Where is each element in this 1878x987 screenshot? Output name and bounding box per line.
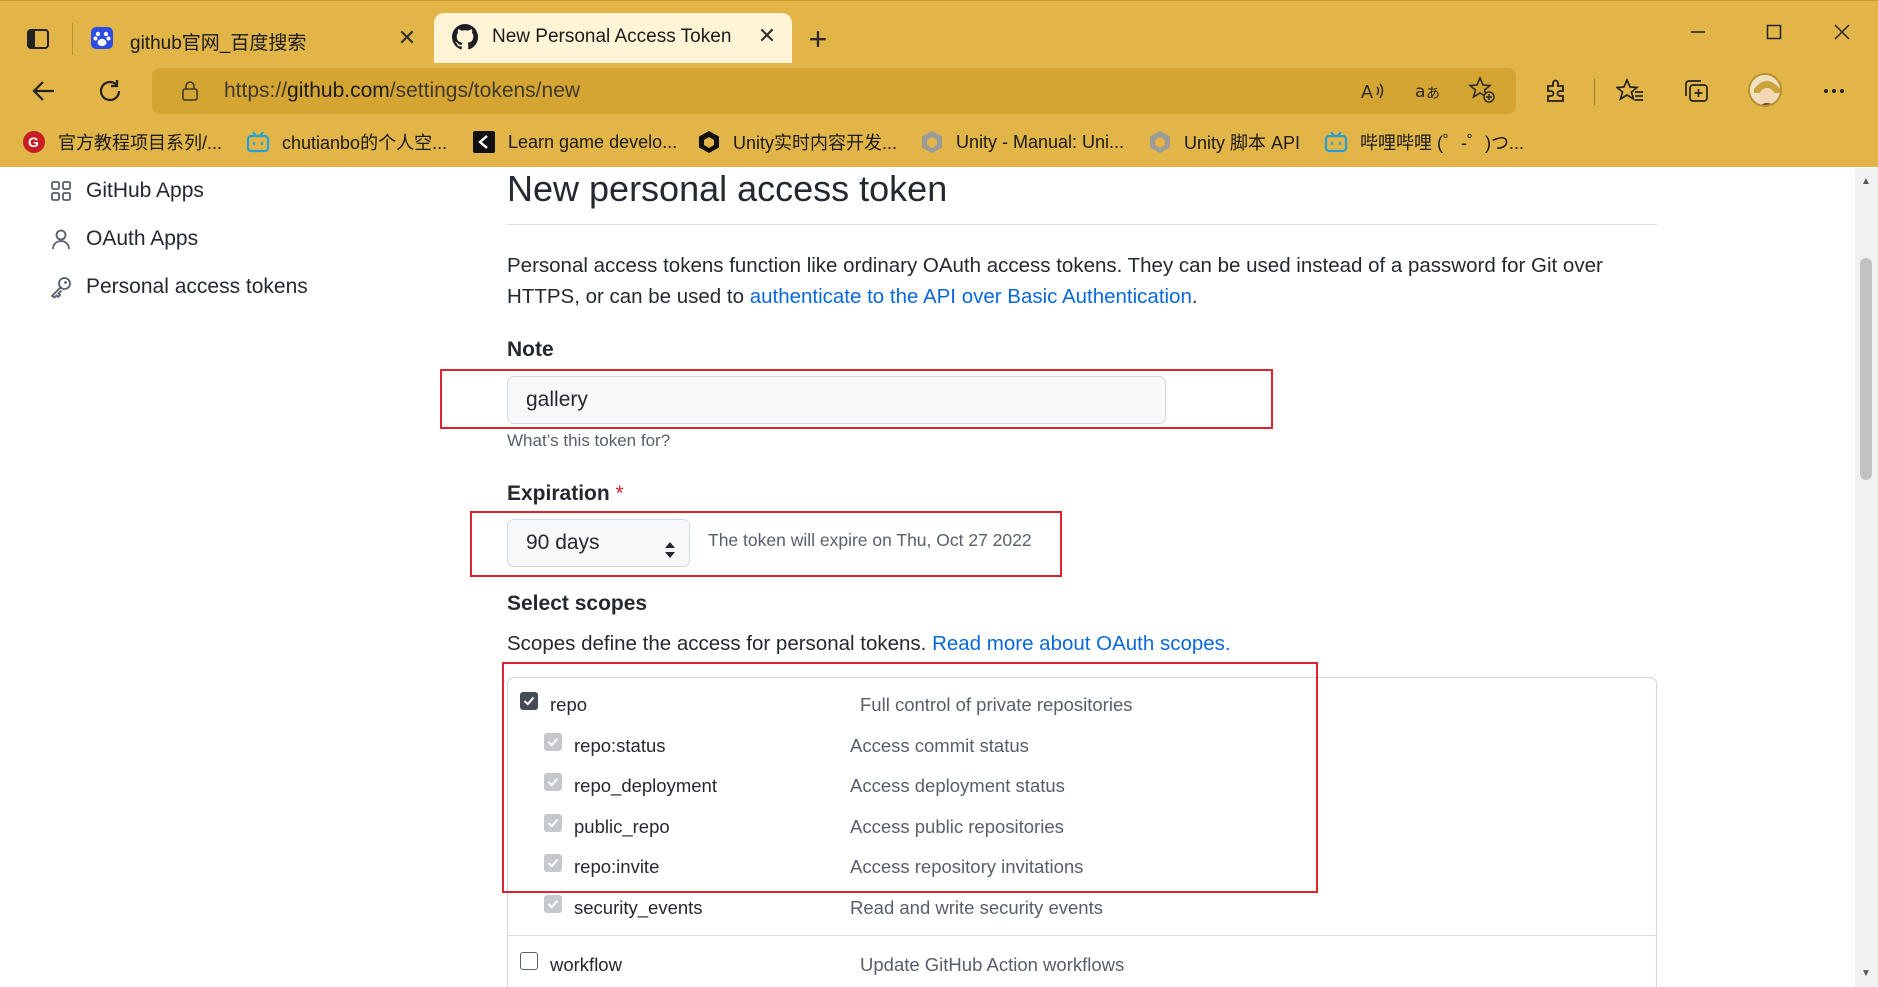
url-text[interactable]: https://github.com/settings/tokens/new: [224, 79, 580, 103]
scopes-desc-text: Scopes define the access for personal to…: [507, 632, 933, 655]
tab-new-token[interactable]: New Personal Access Token ✕: [434, 13, 792, 63]
oauth-scopes-link[interactable]: Read more about OAuth scopes.: [932, 632, 1231, 655]
expiration-label-text: Expiration: [507, 482, 610, 505]
url-host: github.com: [287, 79, 390, 102]
apps-grid-icon: [48, 178, 74, 204]
scopes-heading: Select scopes: [507, 592, 648, 615]
unity-cube-icon: [1148, 130, 1172, 154]
svg-text:A: A: [1361, 82, 1373, 102]
collections-icon[interactable]: [1674, 69, 1718, 113]
bilibili-tv-icon: [246, 130, 270, 154]
scope-group-divider: [507, 935, 1657, 936]
refresh-icon[interactable]: [88, 69, 132, 113]
read-aloud-icon[interactable]: A: [1360, 78, 1386, 109]
profile-avatar[interactable]: [1748, 73, 1782, 107]
bookmark-item[interactable]: Unity 脚本 API: [1148, 128, 1300, 156]
tab-baidu-search[interactable]: github官网_百度搜索 ✕: [72, 15, 432, 63]
bookmark-label: 官方教程项目系列/...: [58, 133, 223, 153]
unity-cube-icon: [697, 130, 721, 154]
workflow-checkbox[interactable]: [520, 952, 538, 970]
bookmark-item[interactable]: Unity - Manual: Uni...: [920, 128, 1124, 156]
sidebar-item-label: Personal access tokens: [86, 275, 308, 298]
extensions-icon[interactable]: [1534, 69, 1578, 113]
close-tab-icon[interactable]: ✕: [394, 25, 420, 51]
scope-name: security_events: [574, 897, 703, 918]
note-label: Note: [507, 338, 554, 361]
scrollbar-thumb[interactable]: [1860, 258, 1872, 480]
bilibili-tv-icon: [1324, 130, 1348, 154]
page-content: GitHub Apps OAuth Apps Personal access t…: [0, 168, 1855, 987]
annotation-box-scopes: [502, 662, 1318, 893]
url-path: /settings/tokens/new: [389, 79, 581, 102]
more-menu-icon[interactable]: [1812, 69, 1856, 113]
back-arrow-icon[interactable]: [22, 69, 66, 113]
add-favorite-icon[interactable]: [1467, 75, 1496, 109]
title-divider: [507, 224, 1657, 225]
browser-chrome: github官网_百度搜索 ✕ New Personal Access Toke…: [0, 0, 1878, 167]
sidebar-item-github-apps[interactable]: GitHub Apps: [48, 178, 204, 204]
basic-auth-link[interactable]: authenticate to the API over Basic Authe…: [750, 285, 1192, 308]
sidebar-item-label: GitHub Apps: [86, 179, 204, 202]
bookmark-item[interactable]: 哔哩哔哩 (゜-゜)つ...: [1324, 128, 1524, 156]
scroll-down-icon[interactable]: ▼: [1860, 968, 1872, 980]
bookmark-label: Unity实时内容开发...: [733, 133, 898, 153]
intro-end: .: [1191, 285, 1198, 308]
svg-text:あ: あ: [1426, 86, 1440, 102]
scopes-description: Scopes define the access for personal to…: [507, 632, 1231, 656]
tab-actions-icon[interactable]: [16, 17, 60, 61]
scope-description: Read and write security events: [850, 897, 1103, 918]
address-bar[interactable]: https://github.com/settings/tokens/new A…: [152, 68, 1516, 114]
note-hint: What’s this token for?: [507, 431, 671, 450]
tab-title: New Personal Access Token: [492, 26, 732, 47]
bookmark-label: Learn game develo...: [508, 131, 678, 152]
annotation-box-note: [440, 369, 1273, 429]
lock-icon[interactable]: [180, 80, 200, 107]
unity-learn-icon: [472, 130, 496, 154]
scope-name: workflow: [550, 954, 622, 975]
github-octocat-icon: [452, 24, 478, 50]
scroll-up-icon[interactable]: ▲: [1860, 176, 1872, 188]
sidebar-item-personal-access-tokens[interactable]: Personal access tokens: [48, 274, 308, 300]
scope-description: Update GitHub Action workflows: [860, 954, 1125, 975]
intro-paragraph: Personal access tokens function like ord…: [507, 250, 1647, 312]
bookmark-item[interactable]: G 官方教程项目系列/...: [22, 128, 222, 156]
security-events-checkbox[interactable]: [544, 895, 562, 913]
bookmark-label: Unity - Manual: Uni...: [956, 131, 1125, 152]
svg-text:a: a: [1415, 82, 1425, 102]
bookmark-label: 哔哩哔哩 (゜-゜)つ...: [1360, 133, 1524, 153]
bookmarks-bar: G 官方教程项目系列/... chutianbo的个人空... Learn ga…: [0, 122, 1878, 162]
minimize-icon[interactable]: [1676, 10, 1720, 54]
vertical-scrollbar[interactable]: ▲ ▼: [1855, 168, 1878, 987]
required-mark: *: [615, 482, 624, 505]
key-icon: [48, 274, 74, 300]
sidebar-item-oauth-apps[interactable]: OAuth Apps: [48, 226, 198, 252]
tab-title: github官网_百度搜索: [130, 33, 307, 54]
person-icon: [48, 226, 74, 252]
translate-icon[interactable]: aあ: [1414, 77, 1442, 110]
favorites-icon[interactable]: [1608, 69, 1652, 113]
bookmark-label: chutianbo的个人空...: [282, 133, 448, 153]
new-tab-button[interactable]: +: [796, 17, 840, 61]
annotation-box-expiration: [470, 511, 1062, 577]
sidebar-item-label: OAuth Apps: [86, 227, 199, 250]
page-title: New personal access token: [507, 168, 948, 209]
bookmark-item[interactable]: chutianbo的个人空...: [246, 128, 447, 156]
maximize-icon[interactable]: [1752, 10, 1796, 54]
toolbar-divider: [1594, 79, 1595, 105]
bookmark-item[interactable]: Unity实时内容开发...: [697, 128, 897, 156]
unity-cube-icon: [920, 130, 944, 154]
expiration-label: Expiration *: [507, 482, 624, 506]
svg-text:G: G: [28, 134, 39, 150]
url-scheme: https://: [224, 79, 288, 102]
gitee-icon: G: [22, 130, 46, 154]
close-window-icon[interactable]: [1820, 10, 1864, 54]
bookmark-label: Unity 脚本 API: [1184, 133, 1301, 153]
close-tab-icon[interactable]: ✕: [754, 23, 780, 49]
baidu-paw-icon: [90, 26, 116, 52]
bookmark-item[interactable]: Learn game develo...: [472, 128, 677, 156]
